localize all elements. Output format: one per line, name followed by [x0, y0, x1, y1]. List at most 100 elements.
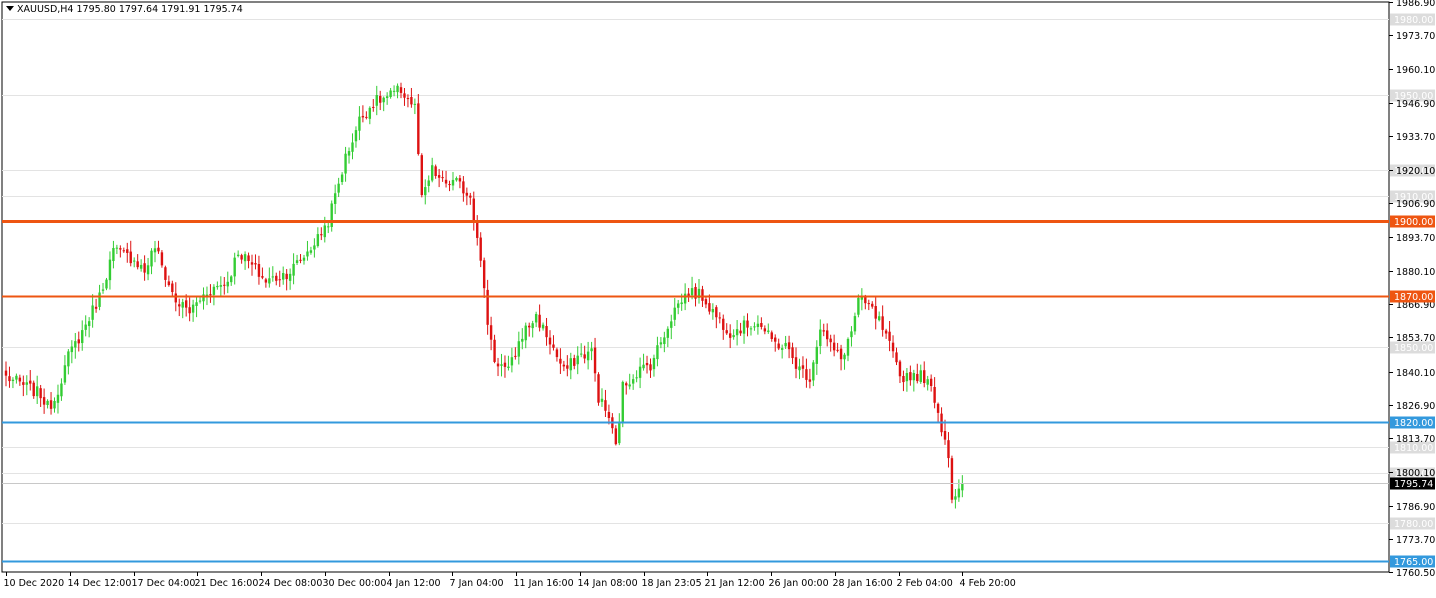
y-tick-label: 1826.90 [1396, 401, 1435, 412]
candle-body [417, 103, 420, 154]
candle-body [392, 90, 396, 92]
candle-body [101, 289, 105, 291]
x-tick-label: 28 Jan 16:00 [833, 578, 893, 589]
candle-body [309, 250, 313, 253]
candle [105, 277, 108, 291]
candle [621, 380, 624, 428]
candle-body [112, 247, 115, 262]
candle-body [787, 342, 791, 350]
candle-body [451, 179, 455, 186]
candle-body [846, 338, 850, 356]
candle-body [174, 293, 177, 303]
ohlc-high: 1797.64 [118, 4, 159, 15]
candle [330, 200, 333, 232]
candle-body [119, 248, 122, 250]
candle-body [538, 314, 541, 328]
candle-body [354, 130, 358, 142]
candle-body [569, 358, 572, 371]
candle-body [947, 440, 950, 459]
candle-body [233, 257, 236, 277]
candle-body [493, 339, 496, 362]
candle-body [337, 183, 340, 193]
x-tick-label: 4 Feb 20:00 [960, 578, 1016, 589]
candle-body [753, 326, 756, 328]
candle-body [742, 320, 746, 334]
candle-body [63, 365, 67, 383]
candlestick-chart[interactable]: 1980.00 1950.00 1920.00 1910.00 1850.00 1810.… [0, 0, 1436, 594]
candle-body [780, 348, 784, 350]
candle-body [548, 337, 552, 345]
candle [420, 153, 423, 198]
symbol-menu-arrow-icon[interactable] [6, 6, 14, 11]
candle-body [559, 358, 562, 364]
candle-body [808, 379, 812, 382]
candle-body [850, 331, 853, 338]
candle-body [81, 330, 84, 344]
candle-body [126, 249, 129, 253]
candle-body [157, 247, 160, 252]
candle-body [680, 302, 683, 305]
candle-body [427, 180, 430, 186]
x-tick-label: 21 Jan 12:00 [705, 578, 765, 589]
x-tick-label: 30 Dec 00:00 [323, 578, 387, 589]
candle-body [39, 388, 42, 399]
candle-body [905, 373, 909, 382]
candle-body [573, 358, 576, 366]
candle-body [191, 304, 195, 313]
candle-body [489, 325, 493, 340]
level-label-1870.00: 1870.00 [1394, 292, 1433, 303]
candle-body [635, 377, 638, 379]
candle-body [517, 341, 521, 357]
candle-body [579, 353, 583, 355]
candle-body [916, 373, 919, 382]
candle-body [839, 348, 843, 360]
candle-body [46, 400, 49, 406]
candle-body [732, 335, 735, 338]
candle-body [275, 275, 278, 281]
chart-header: XAUUSD,H4 1795.80 1797.64 1791.91 1795.7… [6, 4, 243, 15]
candle-body [902, 376, 905, 383]
candle-body [649, 364, 652, 371]
candle-body [656, 345, 659, 360]
x-tick-label: 2 Feb 04:00 [897, 578, 953, 589]
candle [597, 372, 600, 406]
candle-body [434, 166, 437, 177]
candle-body [115, 247, 119, 249]
candle-body [950, 458, 954, 500]
y-tick-label: 1773.70 [1396, 535, 1435, 546]
candle-body [586, 351, 590, 361]
x-tick-label: 24 Dec 08:00 [259, 578, 323, 589]
candle-body [496, 363, 500, 367]
candle-body [458, 178, 462, 182]
candle-body [205, 294, 209, 296]
candle-body [74, 341, 77, 348]
candle-body [600, 398, 604, 402]
candle-body [77, 339, 80, 344]
candle-body [815, 346, 819, 364]
candle-body [365, 116, 368, 118]
candle-body [462, 181, 465, 194]
candle-body [826, 330, 829, 340]
candle-body [420, 155, 423, 196]
candle-body [292, 263, 295, 276]
candle-body [212, 286, 216, 295]
candle-body [98, 292, 101, 307]
candle-body [358, 116, 361, 131]
y-tick-label: 1933.70 [1396, 132, 1435, 143]
candle-body [843, 354, 846, 360]
candle-body [56, 394, 60, 403]
candle-body [261, 276, 264, 278]
candle-body [410, 97, 413, 105]
faint-level-label: 1980.00 [1394, 15, 1433, 26]
candle-body [597, 374, 600, 403]
candle-body [708, 303, 711, 312]
candle-body [340, 174, 344, 183]
candle-body [240, 255, 243, 260]
candle [160, 250, 164, 268]
candle-body [413, 103, 417, 105]
candle-body [250, 262, 254, 265]
candle-body [722, 318, 725, 330]
candle-body [836, 349, 839, 351]
candle-body [195, 302, 198, 306]
candle-body [302, 257, 306, 261]
